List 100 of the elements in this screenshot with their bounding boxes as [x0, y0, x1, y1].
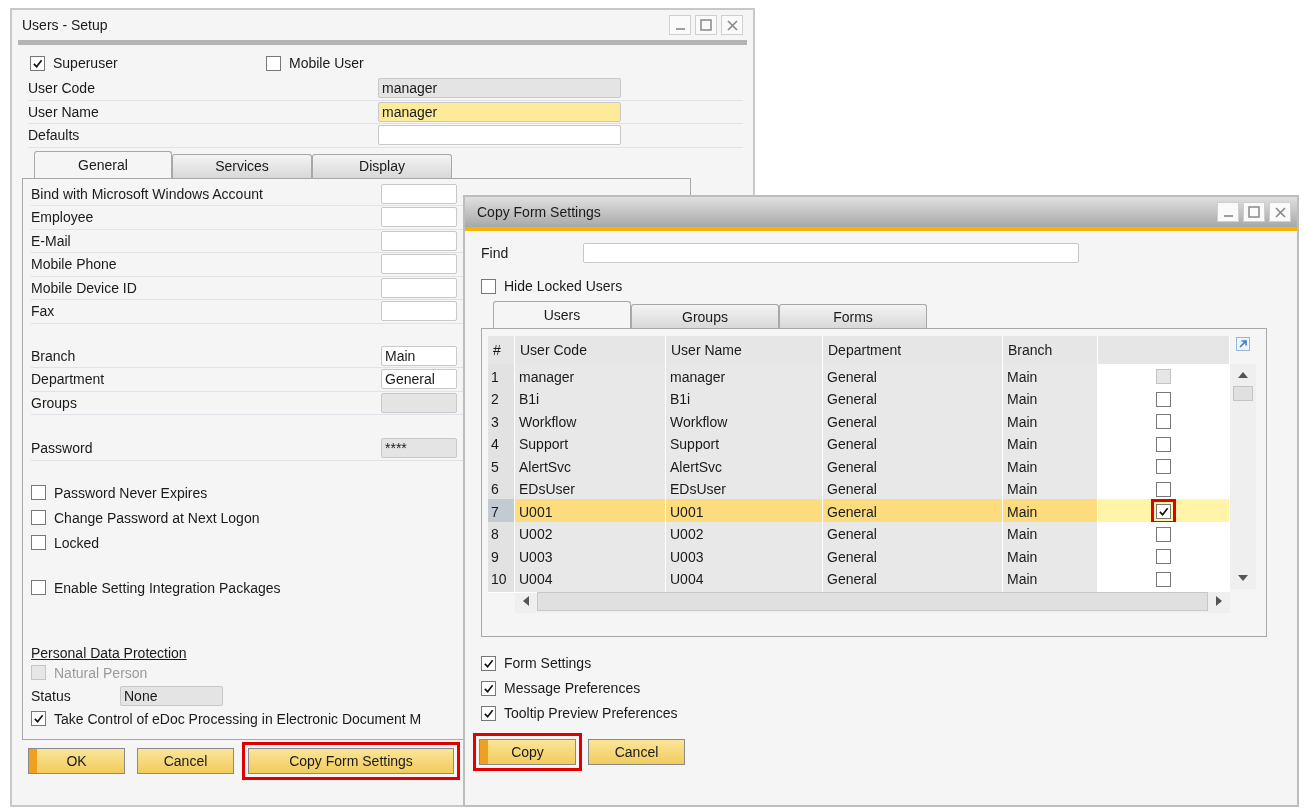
- checkbox-label: Hide Locked Users: [504, 278, 623, 294]
- dialog-button[interactable]: Copy Form Settings: [242, 741, 460, 780]
- checkbox[interactable]: [1156, 436, 1171, 452]
- text-field[interactable]: [381, 277, 457, 298]
- column-header[interactable]: User Code: [515, 336, 666, 364]
- table-cell: Workflow: [515, 409, 666, 435]
- text-field[interactable]: [381, 301, 457, 322]
- text-field[interactable]: manager: [378, 78, 621, 99]
- checkbox[interactable]: [481, 278, 496, 294]
- tab[interactable]: Display: [312, 153, 452, 178]
- table-cell: Main: [1003, 544, 1098, 570]
- checkbox[interactable]: [1156, 504, 1171, 519]
- maximize-button[interactable]: [695, 15, 717, 35]
- checkbox-label: Tooltip Preview Preferences: [504, 705, 678, 721]
- maximize-icon: [700, 19, 712, 31]
- minimize-button[interactable]: [1217, 202, 1239, 222]
- field-label: Password: [31, 440, 94, 457]
- checkbox[interactable]: [1156, 571, 1171, 587]
- field-label: Employee: [31, 209, 95, 226]
- table-cell: Main: [1003, 499, 1098, 525]
- text-field[interactable]: manager: [378, 101, 621, 122]
- text-field[interactable]: General: [381, 369, 457, 390]
- checkbox[interactable]: [1156, 459, 1171, 474]
- checkbox-label: Take Control of eDoc Processing in Electronic Document M: [54, 710, 422, 727]
- column-header[interactable]: Branch: [1003, 336, 1098, 364]
- table-cell: U003: [666, 544, 823, 570]
- table-cell: General: [823, 364, 1003, 390]
- table-cell: Main: [1003, 409, 1098, 435]
- tab[interactable]: General: [34, 150, 172, 178]
- text-field[interactable]: [381, 392, 457, 413]
- checkbox[interactable]: [481, 705, 496, 721]
- column-header[interactable]: #: [488, 336, 515, 364]
- close-icon: [726, 19, 738, 31]
- table-cell: General: [823, 566, 1003, 593]
- checkbox[interactable]: [31, 485, 46, 500]
- checkbox[interactable]: [1156, 414, 1171, 429]
- text-field[interactable]: None: [120, 685, 223, 706]
- scroll-down-icon[interactable]: [1238, 575, 1248, 581]
- checkbox[interactable]: [266, 55, 281, 71]
- window-title: Copy Form Settings: [477, 204, 601, 220]
- table-cell: U004: [666, 566, 823, 593]
- scroll-thumb[interactable]: [1233, 386, 1253, 401]
- checkbox-label: Password Never Expires: [54, 484, 208, 501]
- field-label: Department: [31, 371, 106, 388]
- text-field[interactable]: [381, 207, 457, 228]
- field-label: User Name: [28, 103, 100, 120]
- checkbox[interactable]: [1156, 549, 1171, 564]
- field-label: Defaults: [28, 127, 81, 144]
- checkbox[interactable]: [481, 680, 496, 696]
- table-cell: U003: [515, 544, 666, 570]
- scroll-right-icon[interactable]: [1216, 596, 1222, 606]
- column-header[interactable]: User Name: [666, 336, 823, 364]
- text-field[interactable]: ****: [381, 438, 457, 459]
- checkbox[interactable]: [1156, 526, 1171, 542]
- checkbox[interactable]: [31, 580, 46, 595]
- checkbox-label: Enable Setting Integration Packages: [54, 579, 281, 596]
- field-label: E-Mail: [31, 232, 72, 249]
- checkbox[interactable]: [1156, 481, 1171, 497]
- checkbox[interactable]: [31, 711, 46, 726]
- checkbox[interactable]: [1156, 391, 1171, 407]
- checkbox-label: Locked: [54, 534, 100, 551]
- text-field[interactable]: [381, 183, 457, 204]
- table-cell: General: [823, 544, 1003, 570]
- table-cell: General: [823, 409, 1003, 435]
- checkbox[interactable]: [31, 535, 46, 550]
- row-number: 3: [488, 409, 515, 435]
- search-field[interactable]: [583, 243, 1079, 263]
- tab[interactable]: Forms: [779, 304, 927, 328]
- text-field[interactable]: [378, 125, 621, 146]
- checkbox-label: Mobile User: [289, 55, 364, 71]
- row-number: 10: [488, 566, 515, 593]
- scroll-left-icon[interactable]: [523, 596, 529, 606]
- checkbox[interactable]: [30, 55, 45, 71]
- table-cell: U001: [515, 499, 666, 525]
- column-header[interactable]: Department: [823, 336, 1003, 364]
- checkbox[interactable]: [481, 655, 496, 671]
- field-label: Branch: [31, 347, 77, 364]
- text-field[interactable]: [381, 230, 457, 251]
- text-field[interactable]: [381, 254, 457, 275]
- row-number: 9: [488, 544, 515, 570]
- close-button[interactable]: [721, 15, 743, 35]
- expand-icon[interactable]: [1236, 337, 1250, 351]
- text-field[interactable]: Main: [381, 345, 457, 366]
- close-button[interactable]: [1269, 202, 1291, 222]
- vertical-scrollbar[interactable]: [1230, 364, 1256, 589]
- checkbox-label: Natural Person: [54, 664, 148, 681]
- tab[interactable]: Users: [493, 301, 631, 328]
- table-cell: General: [823, 499, 1003, 525]
- minimize-icon: [1223, 215, 1233, 217]
- table-cell: Main: [1003, 454, 1098, 480]
- tab[interactable]: Services: [172, 153, 312, 178]
- row-number: 7: [488, 499, 515, 525]
- minimize-button[interactable]: [669, 15, 691, 35]
- row-number: 1: [488, 364, 515, 390]
- maximize-button[interactable]: [1243, 202, 1265, 222]
- scroll-up-icon[interactable]: [1238, 372, 1248, 378]
- tab[interactable]: Groups: [631, 304, 779, 328]
- dialog-button[interactable]: Copy: [473, 733, 582, 771]
- checkbox[interactable]: [31, 510, 46, 525]
- field-label: Bind with Microsoft Windows Account: [31, 185, 264, 202]
